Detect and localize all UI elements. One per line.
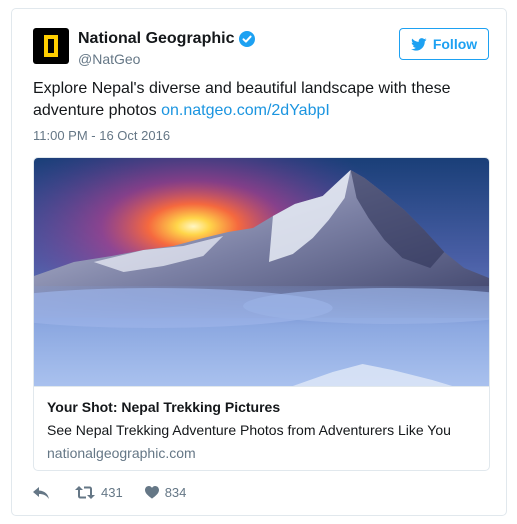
avatar[interactable] (33, 28, 69, 64)
account-info: National Geographic @NatGeo (78, 30, 256, 67)
link-card[interactable]: Your Shot: Nepal Trekking Pictures See N… (33, 157, 490, 471)
like-button[interactable]: 834 (144, 485, 187, 500)
card-domain: nationalgeographic.com (47, 445, 196, 461)
display-name-row[interactable]: National Geographic (78, 30, 256, 48)
verified-badge-icon (239, 31, 256, 47)
tweet-timestamp[interactable]: 11:00 PM - 16 Oct 2016 (33, 128, 170, 143)
card-description: See Nepal Trekking Adventure Photos from… (47, 422, 451, 438)
like-count: 834 (164, 485, 187, 500)
card-body[interactable]: Your Shot: Nepal Trekking Pictures See N… (34, 386, 489, 461)
retweet-button[interactable]: 431 (75, 485, 123, 500)
tweet-link[interactable]: on.natgeo.com/2dYabpI (161, 102, 330, 119)
natgeo-logo-icon (44, 35, 58, 57)
account-handle[interactable]: @NatGeo (78, 51, 255, 67)
tweet-card: National Geographic @NatGeo Follow Explo… (11, 8, 507, 516)
card-image-mountain[interactable] (34, 158, 489, 386)
retweet-icon (75, 486, 95, 499)
retweet-count: 431 (101, 485, 123, 500)
tweet-actions: 431 834 (33, 485, 186, 500)
twitter-bird-icon (410, 37, 427, 51)
heart-icon (144, 486, 159, 499)
reply-button[interactable] (33, 486, 49, 499)
follow-label: Follow (432, 36, 478, 52)
follow-button[interactable]: Follow (399, 28, 489, 60)
card-title[interactable]: Your Shot: Nepal Trekking Pictures (47, 399, 476, 415)
reply-icon (33, 486, 49, 499)
display-name[interactable]: National Geographic (78, 30, 234, 48)
tweet-text: Explore Nepal's diverse and beautiful la… (33, 78, 493, 122)
